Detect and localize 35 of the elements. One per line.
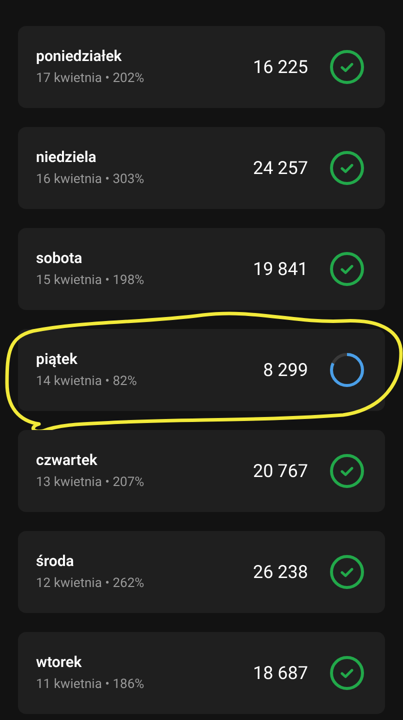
day-card[interactable]: niedziela 16 kwietnia • 303% 24 257 — [18, 127, 385, 209]
day-detail: 15 kwietnia • 198% — [36, 273, 146, 289]
day-card[interactable]: czwartek 13 kwietnia • 207% 20 767 — [18, 430, 385, 512]
day-detail: 16 kwietnia • 303% — [36, 172, 146, 188]
step-count: 20 767 — [252, 460, 308, 484]
day-name: poniedziałek — [36, 47, 123, 65]
progress-ring — [329, 352, 365, 388]
step-count: 26 238 — [252, 560, 308, 584]
day-detail: 13 kwietnia • 207% — [36, 475, 146, 491]
day-name: wtorek — [36, 653, 83, 671]
day-detail: 12 kwietnia • 262% — [36, 576, 146, 592]
day-name: piątek — [36, 350, 78, 368]
day-detail: 11 kwietnia • 186% — [36, 677, 146, 693]
check-circle-icon — [329, 554, 365, 590]
step-count: 19 841 — [252, 258, 308, 282]
step-count: 8 299 — [263, 358, 308, 382]
check-circle-icon — [329, 251, 365, 287]
day-card[interactable]: środa 12 kwietnia • 262% 26 238 — [18, 531, 385, 613]
check-circle-icon — [329, 150, 365, 186]
day-card[interactable]: piątek 14 kwietnia • 82% 8 299 — [18, 329, 385, 411]
step-count: 16 225 — [252, 56, 308, 80]
day-name: niedziela — [36, 148, 98, 166]
day-name: czwartek — [36, 451, 98, 469]
check-circle-icon — [329, 453, 365, 489]
step-count: 18 687 — [252, 662, 308, 686]
day-card[interactable]: sobota 15 kwietnia • 198% 19 841 — [18, 228, 385, 310]
day-card[interactable]: poniedziałek 17 kwietnia • 202% 16 225 — [18, 26, 385, 108]
step-count: 24 257 — [252, 156, 308, 180]
day-name: sobota — [36, 249, 84, 267]
day-name: środa — [36, 552, 75, 570]
check-circle-icon — [329, 49, 365, 85]
day-card[interactable]: wtorek 11 kwietnia • 186% 18 687 — [18, 632, 385, 714]
day-detail: 17 kwietnia • 202% — [36, 71, 146, 87]
day-detail: 14 kwietnia • 82% — [36, 374, 138, 390]
check-circle-icon — [329, 655, 365, 691]
